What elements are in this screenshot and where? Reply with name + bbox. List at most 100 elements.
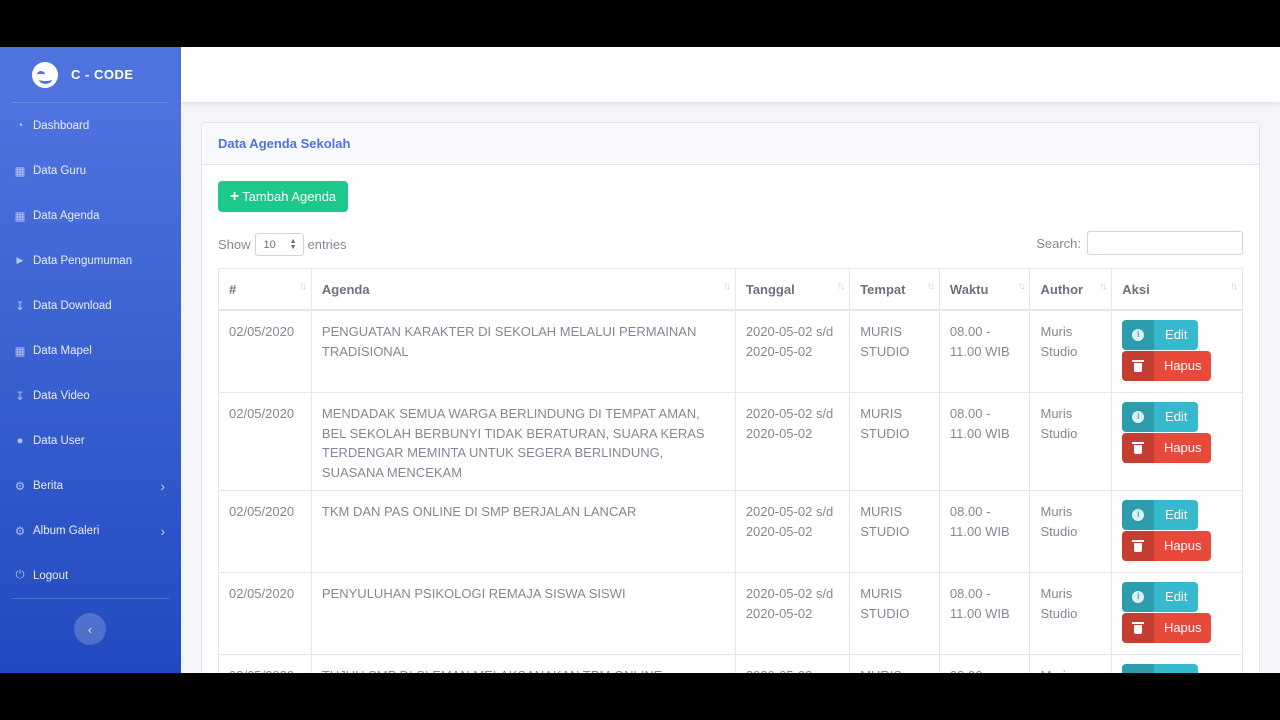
table-header-row: # ↑↓ Agenda ↑↓ Tanggal ↑↓ Tempat ↑↓ Waktu ↑↓ Autho… (218, 268, 1243, 311)
sort-icon: ↑↓ (1099, 281, 1107, 292)
cell-waktu: 08.00 - 11.00 WIB (938, 309, 1031, 393)
column-header-label: Aksi (1122, 281, 1150, 297)
dashboard-icon: ◔ (16, 119, 24, 132)
trash-icon (1132, 540, 1145, 552)
sidebar-item-data-pengumuman[interactable]: ► Data Pengumuman (0, 238, 181, 283)
sort-icon: ↑↓ (1230, 281, 1238, 292)
search-box: Search: (1036, 231, 1243, 255)
chevron-left-icon: ‹ (87, 621, 93, 637)
delete-label: Hapus (1163, 358, 1202, 374)
sidebar-divider (12, 598, 169, 599)
trash-icon-wrap (1122, 531, 1155, 561)
column-header-no[interactable]: # ↑↓ (218, 268, 312, 311)
cell-agenda: TKM DAN PAS ONLINE DI SMP BERJALAN LANCA… (310, 490, 736, 573)
sidebar-item-data-mapel[interactable]: ▦ Data Mapel (0, 328, 181, 373)
card-header: Data Agenda Sekolah (202, 123, 1259, 165)
sidebar-item-album-galeri[interactable]: ⚙ Album Galeri › (0, 508, 181, 553)
search-label: Search: (1036, 235, 1081, 251)
cell-tanggal: 2020-05-02 (734, 654, 851, 673)
select-arrows-icon: ▲ ▼ (289, 237, 297, 251)
sidebar-item-data-agenda[interactable]: ▦ Data Agenda (0, 193, 181, 238)
cell-agenda: MENDADAK SEMUA WARGA BERLINDUNG DI TEMPA… (310, 392, 736, 491)
topbar (181, 47, 1280, 102)
download-icon: ↧ (15, 390, 25, 403)
cell-tempat: MURIS STUDIO (849, 490, 940, 573)
trash-icon (1132, 622, 1145, 634)
cell-author: Muris Studio (1029, 392, 1113, 491)
column-header-agenda[interactable]: Agenda ↑↓ (310, 268, 736, 311)
cell-tempat: MURIS STUDIO (849, 392, 940, 491)
download-icon: ↧ (15, 300, 25, 313)
delete-button[interactable]: Hapus (1122, 433, 1212, 463)
power-icon: ⏻ (15, 569, 25, 581)
sidebar-item-dashboard[interactable]: ◔ Dashboard (0, 103, 181, 148)
sidebar-item-data-video[interactable]: ↧ Data Video (0, 373, 181, 418)
brand[interactable]: C - CODE (0, 47, 181, 102)
edit-button[interactable]: iEdit (1122, 402, 1199, 432)
column-header-tanggal[interactable]: Tanggal ↑↓ (734, 268, 851, 311)
sidebar-item-label: Data Video (33, 389, 90, 402)
chevron-right-icon: › (160, 523, 165, 539)
agenda-card: Data Agenda Sekolah + Tambah Agenda Show… (201, 122, 1260, 673)
column-header-tempat[interactable]: Tempat ↑↓ (849, 268, 940, 311)
entries-length: Show 10 ▲ ▼ entries (218, 233, 347, 256)
delete-button[interactable]: Hapus (1122, 351, 1212, 381)
edit-button[interactable]: iEdit (1122, 664, 1199, 673)
sidebar-item-label: Dashboard (33, 119, 90, 132)
cell-waktu: 08.00 - 11.00 WIB (938, 572, 1031, 655)
cell-author: Muris Studio (1029, 490, 1113, 573)
info-icon: i (1132, 329, 1145, 341)
table-row: 02/05/2020 PENGUATAN KARAKTER DI SEKOLAH … (218, 309, 1243, 393)
edit-button[interactable]: i Edit (1122, 582, 1199, 612)
search-input[interactable] (1087, 231, 1243, 255)
sidebar-item-berita[interactable]: ⚙ Berita › (0, 463, 181, 508)
sidebar-item-data-download[interactable]: ↧ Data Download (0, 283, 181, 328)
app-window: C - CODE ◔ Dashboard ▦ Data Guru ▦ Data Agend… (0, 47, 1280, 673)
column-header-aksi[interactable]: Aksi ↑↓ (1111, 268, 1243, 311)
sidebar-item-label: Data Agenda (33, 209, 100, 222)
chevron-right-icon: › (160, 478, 165, 494)
cell-agenda: PENYULUHAN PSIKOLOGI REMAJA SISWA SISWI (310, 572, 736, 655)
column-header-waktu[interactable]: Waktu ↑↓ (938, 268, 1031, 311)
delete-label: Hapus (1163, 440, 1202, 456)
delete-label: Hapus (1163, 538, 1202, 554)
cell-no: 02/05/2020 (218, 309, 312, 393)
column-header-label: Tempat (860, 281, 906, 297)
table-body: 02/05/2020 PENGUATAN KARAKTER DI SEKOLAH … (218, 309, 1243, 673)
entries-select[interactable]: 10 ▲ ▼ (254, 233, 304, 256)
edit-button[interactable]: iEdit (1122, 500, 1199, 530)
cell-agenda: TUJUH SMP DI SLEMAN MELAKSANAKAN TPM ONL… (310, 654, 736, 673)
edit-label: Edit (1165, 589, 1188, 605)
column-header-author[interactable]: Author ↑↓ (1029, 268, 1113, 311)
megaphone-icon: ► (14, 254, 26, 267)
cell-actions: i Edit Hapus (1111, 490, 1243, 573)
users-icon: ● (16, 434, 24, 447)
cell-no: 02/05/2020 (218, 572, 312, 655)
cell-tanggal: 2020-05-02 s/d 2020-05-02 (734, 392, 851, 491)
sidebar-item-data-user[interactable]: ● Data User (0, 418, 181, 463)
edit-label: Edit (1154, 669, 1198, 673)
cell-no: 02/05/2020 (218, 490, 312, 573)
plus-icon: + (229, 187, 240, 205)
column-header-label: # (229, 281, 237, 297)
delete-button[interactable]: Hapus (1122, 613, 1212, 643)
delete-button[interactable]: Hapus (1122, 531, 1212, 561)
info-icon: i (1132, 411, 1145, 423)
sidebar-item-label: Data Pengumuman (33, 254, 133, 267)
entries-label: entries (307, 237, 347, 252)
sidebar-item-label: Data Download (33, 299, 112, 312)
sidebar-item-data-guru[interactable]: ▦ Data Guru (0, 148, 181, 193)
info-icon-wrap: i (1122, 582, 1155, 612)
sidebar-item-logout[interactable]: ⏻ Logout (0, 553, 181, 598)
add-agenda-button[interactable]: + Tambah Agenda (218, 181, 348, 212)
add-agenda-label: Tambah Agenda (242, 189, 337, 204)
edit-button[interactable]: iEdit (1122, 320, 1199, 350)
sidebar-item-label: Data Mapel (33, 344, 92, 357)
sidebar-toggle-button[interactable]: ‹ (74, 613, 106, 645)
cell-author: Muris (1029, 654, 1113, 673)
sort-icon: ↑↓ (926, 281, 935, 292)
trash-icon (1132, 360, 1145, 372)
table-row: 02/05/2020 TKM DAN PAS ONLINE DI SMP BERJ… (218, 490, 1243, 573)
cell-author: Muris Studio (1029, 309, 1113, 393)
cell-tempat: MURIS STUDIO (849, 309, 940, 393)
